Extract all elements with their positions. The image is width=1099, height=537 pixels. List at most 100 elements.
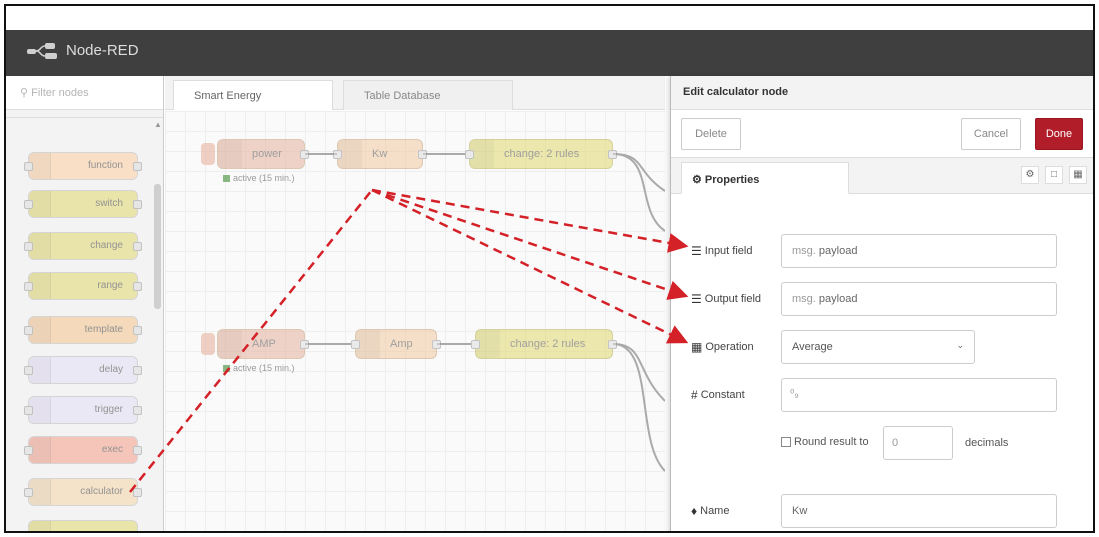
output-port bbox=[133, 242, 142, 251]
operation-select[interactable]: Average ⌄ bbox=[781, 330, 975, 364]
status-text: active (15 min.) bbox=[233, 173, 295, 183]
tab-table-database[interactable]: Table Database bbox=[343, 80, 513, 110]
output-port bbox=[432, 340, 441, 349]
delete-button[interactable]: Delete bbox=[681, 118, 741, 150]
done-button[interactable]: Done bbox=[1035, 118, 1083, 150]
description-icon[interactable]: □ bbox=[1045, 166, 1063, 184]
flow-node-power[interactable]: power bbox=[217, 139, 309, 169]
input-port bbox=[24, 282, 33, 291]
output-port bbox=[133, 162, 142, 171]
tab-properties[interactable]: ⚙ Properties bbox=[681, 162, 849, 194]
output-port bbox=[133, 446, 142, 455]
round-result-checkbox[interactable]: Round result to bbox=[781, 436, 869, 448]
flow-workspace[interactable]: power active (15 min.) Kw change: 2 rule… bbox=[165, 111, 665, 531]
input-port bbox=[24, 488, 33, 497]
input-port bbox=[465, 150, 474, 159]
palette-node-label: template bbox=[84, 324, 123, 335]
inject-icon bbox=[218, 330, 242, 358]
name-label: ♦ Name bbox=[691, 504, 730, 518]
palette-node-template[interactable]: template bbox=[24, 316, 142, 344]
node-palette: ⚲ Filter nodes ▲ function switch change … bbox=[6, 76, 164, 531]
palette-node-change[interactable]: change bbox=[24, 232, 142, 260]
palette-node-label: delay bbox=[99, 364, 123, 375]
output-port bbox=[300, 340, 309, 349]
output-field-value: payload bbox=[818, 293, 858, 305]
palette-node-delay[interactable]: delay bbox=[24, 356, 142, 384]
output-field-input[interactable]: msg. payload bbox=[781, 282, 1057, 316]
palette-node-label: range bbox=[97, 280, 123, 291]
name-value: Kw bbox=[792, 505, 808, 517]
node-icon bbox=[29, 521, 51, 531]
screenshot-frame: Node-RED ⚲ Filter nodes ▲ function switc… bbox=[4, 4, 1095, 533]
app-logo: Node-RED bbox=[26, 38, 139, 62]
number-type-icon: ⁰₉ bbox=[790, 388, 799, 400]
palette-filter-placeholder: Filter nodes bbox=[31, 87, 89, 99]
palette-scrollbar[interactable] bbox=[152, 116, 162, 531]
flow-node-change-1[interactable]: change: 2 rules bbox=[465, 139, 617, 169]
flow-node-kw[interactable]: Kw bbox=[333, 139, 427, 169]
hash-icon: # bbox=[691, 388, 698, 402]
palette-node-label: trigger bbox=[94, 404, 123, 415]
typed-input-prefix: msg. bbox=[792, 293, 816, 305]
list-icon: ☰ bbox=[691, 292, 702, 306]
output-port bbox=[133, 282, 142, 291]
inject-trigger-button[interactable] bbox=[201, 143, 215, 165]
flow-node-amp[interactable]: Amp bbox=[351, 329, 441, 359]
flow-node-label: power bbox=[252, 148, 282, 160]
input-port bbox=[24, 406, 33, 415]
palette-filter-input[interactable]: ⚲ Filter nodes bbox=[6, 76, 163, 110]
app-header: Node-RED bbox=[6, 30, 1093, 76]
palette-node-partial[interactable] bbox=[28, 520, 138, 531]
palette-node-function[interactable]: function bbox=[24, 152, 142, 180]
input-field-value: payload bbox=[818, 245, 858, 257]
node-status: active (15 min.) bbox=[223, 173, 295, 183]
workspace-tab-bar: Smart Energy Table Database bbox=[165, 76, 665, 110]
constant-label: # Constant bbox=[691, 388, 745, 402]
gear-icon: ⚙ bbox=[692, 174, 705, 186]
input-field-label: ☰ Input field bbox=[691, 244, 753, 258]
constant-input[interactable]: ⁰₉ bbox=[781, 378, 1057, 412]
round-decimals-input[interactable]: 0 bbox=[883, 426, 953, 460]
flow-node-change-2[interactable]: change: 2 rules bbox=[471, 329, 617, 359]
name-input[interactable]: Kw bbox=[781, 494, 1057, 528]
input-port bbox=[351, 340, 360, 349]
input-field-input[interactable]: msg. payload bbox=[781, 234, 1057, 268]
palette-category-header[interactable] bbox=[6, 110, 163, 118]
palette-node-trigger[interactable]: trigger bbox=[24, 396, 142, 424]
tray-scrollbar[interactable] bbox=[1087, 194, 1093, 531]
output-port bbox=[418, 150, 427, 159]
palette-node-range[interactable]: range bbox=[24, 272, 142, 300]
checkbox-icon bbox=[781, 437, 791, 447]
tray-toolbar: Delete Cancel Done bbox=[671, 110, 1093, 158]
settings-gear-icon[interactable]: ⚙ bbox=[1021, 166, 1039, 184]
output-field-label: ☰ Output field bbox=[691, 292, 762, 306]
tab-smart-energy[interactable]: Smart Energy bbox=[173, 80, 333, 110]
search-icon: ⚲ bbox=[20, 87, 29, 99]
palette-node-exec[interactable]: exec bbox=[24, 436, 142, 464]
inject-trigger-button[interactable] bbox=[201, 333, 215, 355]
tab-label: Table Database bbox=[364, 90, 441, 102]
palette-node-switch[interactable]: switch bbox=[24, 190, 142, 218]
cancel-button[interactable]: Cancel bbox=[961, 118, 1021, 150]
input-port bbox=[24, 242, 33, 251]
input-port bbox=[24, 326, 33, 335]
palette-node-calculator[interactable]: calculator bbox=[24, 478, 142, 506]
output-port bbox=[300, 150, 309, 159]
flow-node-label: AMP bbox=[252, 338, 276, 350]
typed-input-prefix: msg. bbox=[792, 245, 816, 257]
input-port bbox=[24, 446, 33, 455]
flow-node-label: change: 2 rules bbox=[510, 338, 586, 350]
output-port bbox=[608, 150, 617, 159]
node-status: active (15 min.) bbox=[223, 363, 295, 373]
input-port bbox=[24, 162, 33, 171]
appearance-icon[interactable]: ▦ bbox=[1069, 166, 1087, 184]
status-dot-icon bbox=[223, 364, 230, 372]
flow-node-amp-inject[interactable]: AMP bbox=[217, 329, 309, 359]
palette-scrollbar-thumb[interactable] bbox=[154, 184, 161, 309]
palette-node-label: change bbox=[90, 240, 123, 251]
app-title: Node-RED bbox=[66, 41, 139, 59]
status-text: active (15 min.) bbox=[233, 363, 295, 373]
output-port bbox=[608, 340, 617, 349]
list-icon: ☰ bbox=[691, 244, 702, 258]
output-port bbox=[133, 488, 142, 497]
